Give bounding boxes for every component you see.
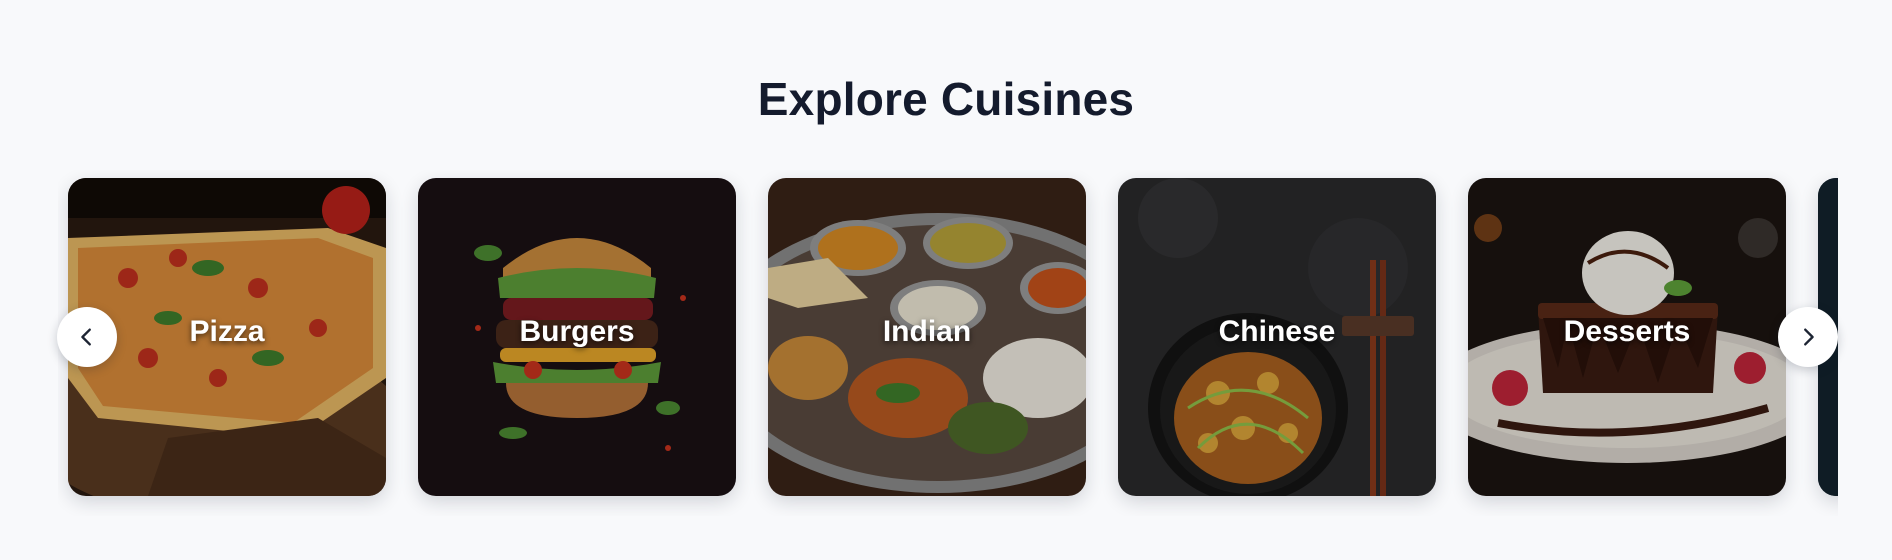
carousel-track: Pizza Burgers Indian Chinese Desserts [68,178,1838,496]
cuisine-card-burgers[interactable]: Burgers [418,178,736,496]
section-title: Explore Cuisines [757,73,1135,125]
cuisine-card-label: Desserts [1563,315,1691,348]
cuisine-card-desserts[interactable]: Desserts [1468,178,1786,496]
explore-cuisines-page: Explore Cuisines Pizza Burgers Indian Ch… [0,0,1892,560]
cuisine-carousel: Pizza Burgers Indian Chinese Desserts [58,170,1838,516]
cuisine-card-label: Chinese [1218,315,1336,348]
chevron-left-icon [81,328,91,346]
carousel-next-button[interactable] [1778,307,1838,367]
carousel-prev-button[interactable] [57,307,117,367]
chevron-right-icon [1804,328,1814,346]
cuisine-card-label: Indian [882,315,972,348]
cuisine-card-label: Burgers [519,315,635,348]
cuisine-card-chinese[interactable]: Chinese [1118,178,1436,496]
cuisine-card-indian[interactable]: Indian [768,178,1086,496]
